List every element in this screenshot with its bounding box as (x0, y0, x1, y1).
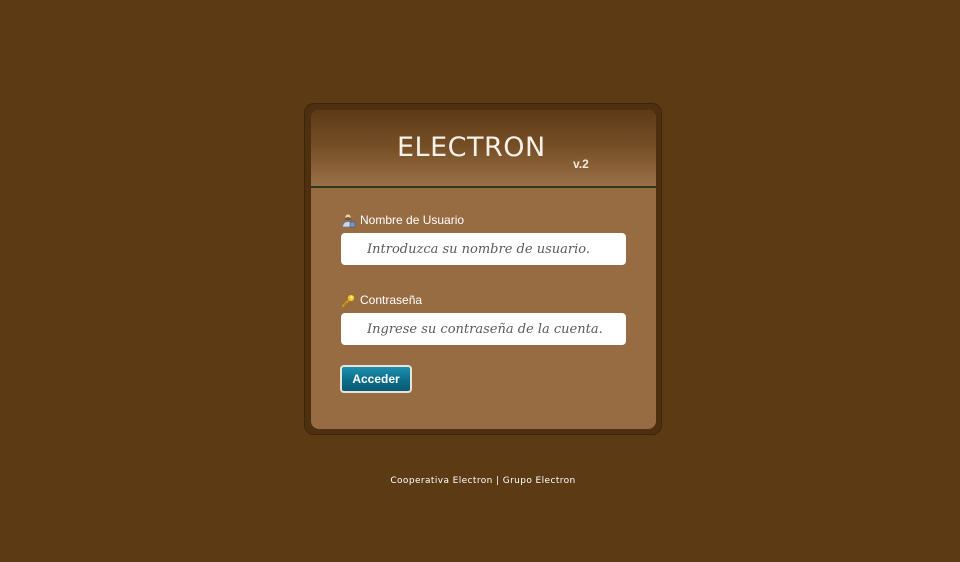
key-icon (341, 293, 356, 308)
password-label-text: Contraseña (360, 293, 423, 307)
login-header: ELECTRON v.2 (311, 110, 656, 188)
username-label: Nombre de Usuario (341, 212, 464, 228)
login-frame: ELECTRON v.2 Nombre de Usuario Introduzc… (304, 103, 662, 435)
password-label: Contraseña (341, 292, 422, 308)
footer-text: Cooperativa Electron | Grupo Electron (390, 476, 576, 486)
password-input[interactable] (341, 313, 626, 345)
user-icon (341, 213, 356, 228)
login-panel: ELECTRON v.2 Nombre de Usuario Introduzc… (311, 110, 656, 429)
username-label-text: Nombre de Usuario (360, 213, 465, 227)
username-input[interactable] (341, 233, 626, 265)
version-label: v.2 (573, 157, 589, 171)
logo-text: ELECTRON (397, 132, 546, 163)
acceder-button[interactable]: Acceder (340, 365, 412, 393)
